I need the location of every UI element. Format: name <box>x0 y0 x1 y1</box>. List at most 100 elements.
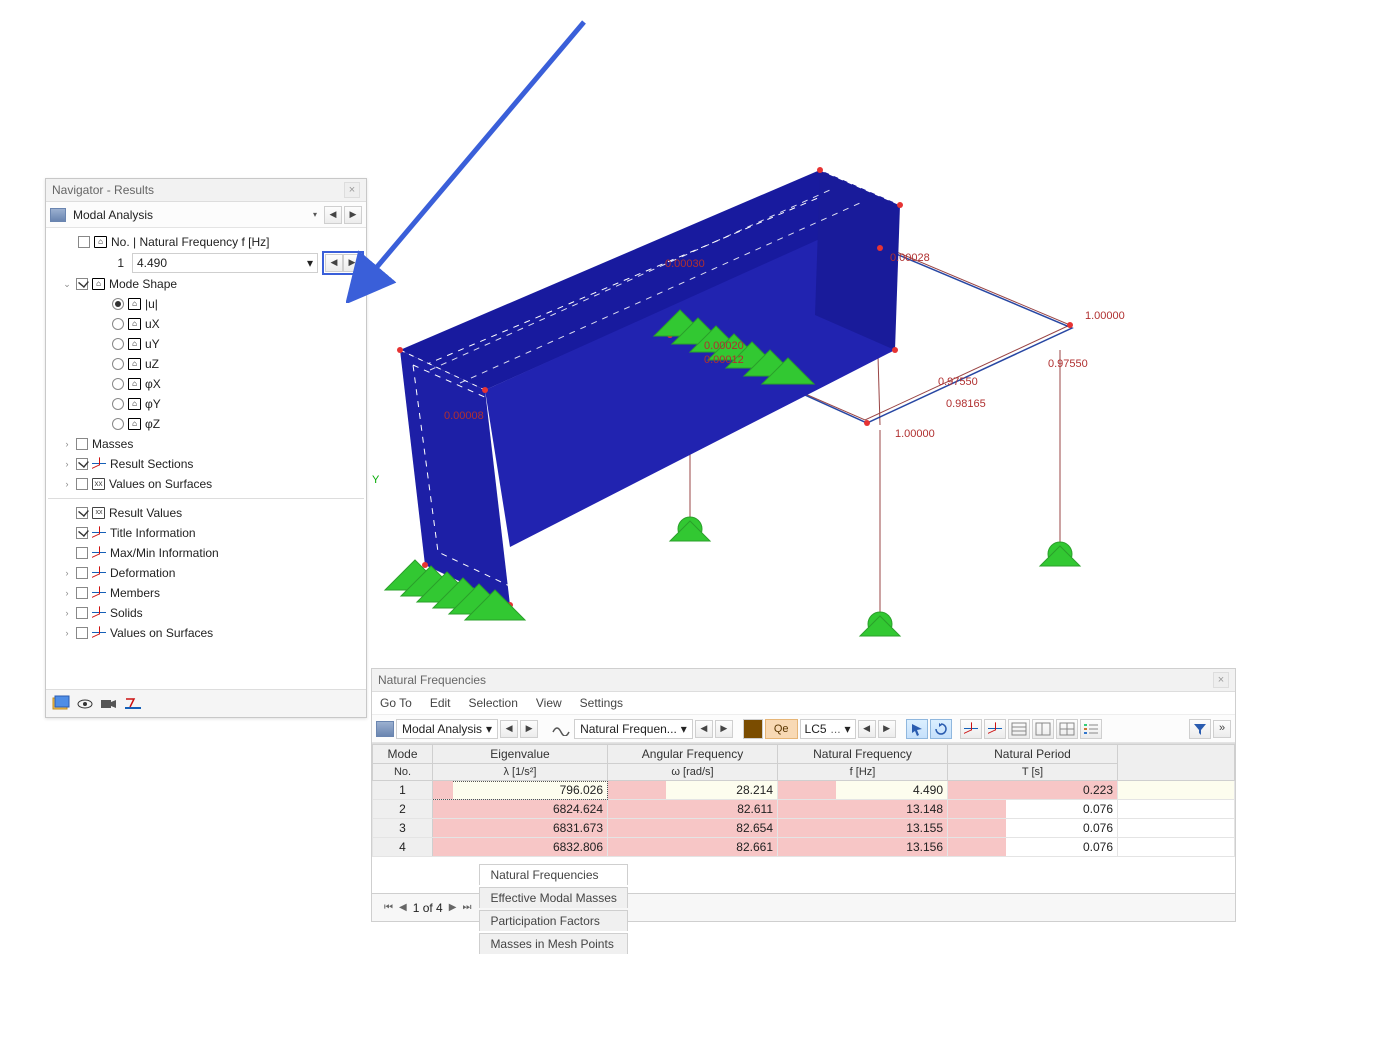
expand-icon[interactable]: › <box>62 459 72 469</box>
result-prev-button[interactable]: ◀ <box>695 720 713 738</box>
col-angular[interactable]: Angular Frequency <box>608 745 778 764</box>
table-icon-2[interactable] <box>1032 719 1054 739</box>
mode-shape-option[interactable]: ⌂φY <box>48 394 364 414</box>
mode-shape-option[interactable]: ⌂φZ <box>48 414 364 434</box>
mode-shape-option[interactable]: ⌂|u| <box>48 294 364 314</box>
section-icon[interactable] <box>124 695 142 713</box>
menu-edit[interactable]: Edit <box>430 696 451 710</box>
panel-titlebar[interactable]: Navigator - Results × <box>46 179 366 202</box>
col-natfreq[interactable]: Natural Frequency <box>778 745 948 764</box>
expand-icon[interactable]: › <box>62 568 72 578</box>
table-row[interactable]: 1796.02628.2144.4900.223 <box>373 781 1235 800</box>
section-icon-2[interactable] <box>984 719 1006 739</box>
loadcase-dropdown[interactable]: LC5 ... ▾ <box>800 719 856 739</box>
results-tab[interactable]: Natural Frequencies <box>479 864 628 885</box>
results-tab[interactable]: Effective Modal Masses <box>479 887 628 908</box>
tree-item[interactable]: ›xxValues on Surfaces <box>48 474 364 494</box>
results-tab[interactable]: Masses in Mesh Points <box>479 933 628 954</box>
tree-checkbox[interactable] <box>76 438 88 450</box>
analysis-prev-button[interactable]: ◀ <box>324 206 342 224</box>
pager-last[interactable]: ⏭ <box>462 902 471 913</box>
results-titlebar[interactable]: Natural Frequencies × <box>372 669 1235 692</box>
mode-shape-radio[interactable] <box>112 398 124 410</box>
mode-shape-radio[interactable] <box>112 318 124 330</box>
col-eigenvalue[interactable]: Eigenvalue <box>433 745 608 764</box>
eye-icon[interactable] <box>76 695 94 713</box>
model-viewport[interactable] <box>370 0 1400 670</box>
nat-frequency-dropdown[interactable]: 4.490 ▾ <box>132 253 318 273</box>
wave-icon[interactable] <box>550 719 572 739</box>
navigator-tree[interactable]: ⌂ No. | Natural Frequency f [Hz] 1 4.490… <box>46 228 366 689</box>
expand-icon[interactable]: › <box>62 628 72 638</box>
select-arrow-icon[interactable] <box>906 719 928 739</box>
result-table-dropdown[interactable]: Natural Frequen... ▾ <box>574 719 693 739</box>
tree-checkbox[interactable] <box>76 607 88 619</box>
mode-shape-radio[interactable] <box>112 358 124 370</box>
analysis-dropdown[interactable]: Modal Analysis ▾ <box>396 719 498 739</box>
analysis-prev-button[interactable]: ◀ <box>500 720 518 738</box>
filter-icon[interactable] <box>1189 719 1211 739</box>
table-icon[interactable] <box>1008 719 1030 739</box>
tree-checkbox[interactable] <box>76 527 88 539</box>
menu-settings[interactable]: Settings <box>580 696 623 710</box>
mode-shape-radio[interactable] <box>112 378 124 390</box>
result-next-button[interactable]: ▶ <box>715 720 733 738</box>
analysis-type-dropdown[interactable]: Modal Analysis ▾ <box>68 206 322 224</box>
mode-prev-button[interactable]: ◀ <box>325 254 343 272</box>
tree-checkbox[interactable] <box>76 627 88 639</box>
tree-item[interactable]: Max/Min Information <box>48 543 364 563</box>
tree-item[interactable]: ›Masses <box>48 434 364 454</box>
mode-shape-option[interactable]: ⌂φX <box>48 374 364 394</box>
table-row[interactable]: 46832.80682.66113.1560.076 <box>373 838 1235 857</box>
expand-icon[interactable]: › <box>62 479 72 489</box>
mode-shape-option[interactable]: ⌂uZ <box>48 354 364 374</box>
analysis-next-button[interactable]: ▶ <box>344 206 362 224</box>
tree-checkbox[interactable] <box>76 478 88 490</box>
list-icon[interactable] <box>1080 719 1102 739</box>
menu-selection[interactable]: Selection <box>469 696 518 710</box>
frequencies-table[interactable]: Mode Eigenvalue Angular Frequency Natura… <box>372 744 1235 857</box>
select-rotate-icon[interactable] <box>930 719 952 739</box>
tree-checkbox[interactable] <box>76 567 88 579</box>
more-button[interactable]: » <box>1213 720 1231 738</box>
expand-icon[interactable]: › <box>62 439 72 449</box>
pager-next[interactable]: ▶ <box>449 902 457 913</box>
mode-shape-option[interactable]: ⌂uX <box>48 314 364 334</box>
table-row[interactable]: 36831.67382.65413.1550.076 <box>373 819 1235 838</box>
analysis-next-button[interactable]: ▶ <box>520 720 538 738</box>
menu-view[interactable]: View <box>536 696 562 710</box>
color-swatch[interactable] <box>743 719 763 739</box>
expand-icon[interactable]: › <box>62 608 72 618</box>
mode-shape-radio[interactable] <box>112 418 124 430</box>
menu-go-to[interactable]: Go To <box>380 696 412 710</box>
results-tab[interactable]: Participation Factors <box>479 910 628 931</box>
nat-freq-checkbox[interactable] <box>78 236 90 248</box>
col-mode[interactable]: Mode <box>373 745 433 764</box>
expand-icon[interactable]: › <box>62 588 72 598</box>
gallery-icon[interactable] <box>52 695 70 713</box>
tree-checkbox[interactable] <box>76 587 88 599</box>
close-icon[interactable]: × <box>344 182 360 198</box>
section-icon[interactable] <box>960 719 982 739</box>
collapse-icon[interactable]: ⌄ <box>62 279 72 290</box>
loadcase-next-button[interactable]: ▶ <box>878 720 896 738</box>
mode-shape-radio[interactable] <box>112 338 124 350</box>
mode-shape-option[interactable]: ⌂uY <box>48 334 364 354</box>
qe-chip[interactable]: Qe <box>765 719 798 739</box>
close-icon[interactable]: × <box>1213 672 1229 688</box>
pager-prev[interactable]: ◀ <box>399 902 407 913</box>
mode-next-button[interactable]: ▶ <box>343 254 361 272</box>
table-row[interactable]: 26824.62482.61113.1480.076 <box>373 800 1235 819</box>
tree-item[interactable]: x.xResult Values <box>48 503 364 523</box>
tree-checkbox[interactable] <box>76 458 88 470</box>
tree-checkbox[interactable] <box>76 547 88 559</box>
tree-item[interactable]: ›Deformation <box>48 563 364 583</box>
mode-shape-checkbox[interactable] <box>76 278 88 290</box>
loadcase-prev-button[interactable]: ◀ <box>858 720 876 738</box>
tree-item[interactable]: ›Result Sections <box>48 454 364 474</box>
tree-item[interactable]: ›Values on Surfaces <box>48 623 364 643</box>
tree-item[interactable]: Title Information <box>48 523 364 543</box>
mode-shape-radio[interactable] <box>112 298 124 310</box>
pager-first[interactable]: ⏮ <box>384 902 393 913</box>
tree-item[interactable]: ›Solids <box>48 603 364 623</box>
